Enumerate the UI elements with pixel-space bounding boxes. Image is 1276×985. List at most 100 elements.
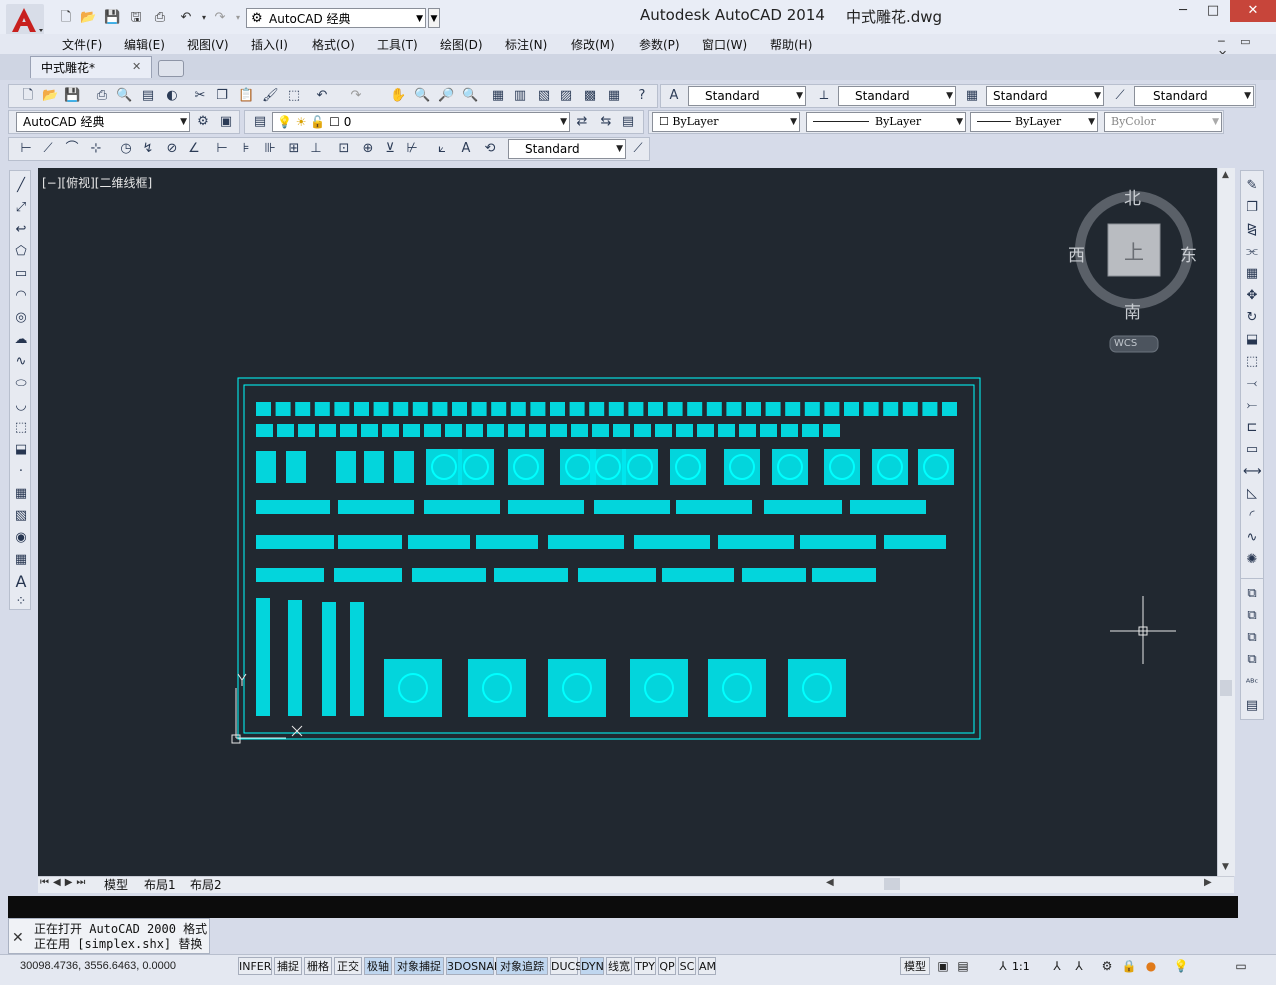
annotation-scale-icon[interactable]: ⅄: [994, 957, 1012, 975]
inspect-icon[interactable]: ⊻: [382, 141, 398, 157]
viewcube-top-face[interactable]: 上: [1124, 236, 1144, 265]
status-toggle-10[interactable]: 线宽: [606, 957, 632, 975]
status-toggle-3[interactable]: 正交: [334, 957, 362, 975]
plot-icon[interactable]: ⎙: [152, 10, 168, 26]
status-toggle-14[interactable]: AM: [698, 957, 716, 975]
compass-west[interactable]: 西: [1068, 241, 1085, 266]
block-editor-icon[interactable]: ⬚: [286, 88, 302, 104]
redo-icon[interactable]: ↷: [212, 10, 228, 26]
new-icon[interactable]: 🗋: [58, 10, 74, 26]
color-dropdown[interactable]: ☐ ByLayer ▼: [652, 112, 800, 132]
workspace-settings-icon[interactable]: ⚙: [195, 114, 211, 130]
layer-states-icon[interactable]: ▤: [620, 114, 636, 130]
menu-item-5[interactable]: 工具(T): [377, 36, 418, 53]
trim-icon[interactable]: ⤙: [1243, 375, 1261, 393]
region-icon[interactable]: ◉: [12, 529, 30, 547]
send-under-icon[interactable]: ⧉: [1243, 651, 1261, 669]
quick-view-icon[interactable]: ▤: [954, 957, 972, 975]
zoom-window-icon[interactable]: 🔎: [438, 88, 454, 104]
open-icon[interactable]: 📂: [42, 88, 58, 104]
hscroll-thumb[interactable]: [884, 878, 900, 890]
workspace-switch-dropdown[interactable]: AutoCAD 经典 ▼: [16, 112, 190, 132]
application-menu-button[interactable]: [6, 4, 44, 38]
publish-icon[interactable]: ▤: [140, 88, 156, 104]
gradient-icon[interactable]: ▧: [12, 507, 30, 525]
text-front-icon[interactable]: ᴬᴮᶜ: [1243, 675, 1261, 693]
menu-item-10[interactable]: 窗口(W): [702, 36, 747, 53]
undo-icon[interactable]: ↶: [314, 88, 330, 104]
status-toggle-6[interactable]: 3DOSNAP: [446, 957, 501, 975]
insert-block-icon[interactable]: ⬚: [12, 419, 30, 437]
bring-to-front-icon[interactable]: ⧉: [1243, 585, 1261, 603]
scroll-left-icon[interactable]: ◀: [826, 877, 834, 888]
hardware-acceleration-icon[interactable]: ●: [1142, 957, 1160, 975]
rectangle-icon[interactable]: ▭: [12, 265, 30, 283]
new-icon[interactable]: 🗋: [20, 88, 36, 104]
isolate-objects-icon[interactable]: 💡: [1172, 957, 1190, 975]
arc-length-icon[interactable]: ⌒: [64, 141, 80, 157]
status-toggle-7[interactable]: 对象追踪: [496, 957, 548, 975]
dim-edit-icon[interactable]: ⟀: [434, 141, 450, 157]
viewport-controls[interactable]: [−][俯视][二维线框]: [42, 174, 152, 191]
construction-line-icon[interactable]: ⤢: [12, 199, 30, 217]
multiline-text-icon[interactable]: A: [12, 573, 30, 591]
scroll-thumb[interactable]: [1220, 680, 1232, 696]
properties-icon[interactable]: ▦: [490, 88, 506, 104]
text-style-dropdown[interactable]: Standard ▼: [688, 86, 806, 106]
plot-preview-icon[interactable]: 🔍: [116, 88, 132, 104]
ellipse-icon[interactable]: ⬭: [12, 375, 30, 393]
center-mark-icon[interactable]: ⊕: [360, 141, 376, 157]
make-current-layer-icon[interactable]: ⇄: [574, 114, 590, 130]
status-toggle-4[interactable]: 极轴: [364, 957, 392, 975]
hatch-icon[interactable]: ▦: [12, 485, 30, 503]
quick-access-customize-button[interactable]: ▼: [428, 8, 440, 28]
erase-icon[interactable]: ✎: [1243, 177, 1261, 195]
menu-item-6[interactable]: 绘图(D): [440, 36, 483, 53]
drawing-canvas[interactable]: [38, 168, 1218, 876]
blend-icon[interactable]: ∿: [1243, 529, 1261, 547]
menu-item-8[interactable]: 修改(M): [571, 36, 615, 53]
compass-south[interactable]: 南: [1124, 298, 1141, 323]
array-icon[interactable]: ▦: [1243, 265, 1261, 283]
extend-icon[interactable]: ⤚: [1243, 397, 1261, 415]
save-as-icon[interactable]: 🖫: [128, 10, 144, 26]
lock-ui-icon[interactable]: 🔒: [1120, 957, 1138, 975]
maximize-button[interactable]: □: [1196, 0, 1230, 22]
move-icon[interactable]: ✥: [1243, 287, 1261, 305]
new-tab-button[interactable]: [158, 60, 184, 77]
dim-style-dropdown[interactable]: Standard ▼: [838, 86, 956, 106]
vertical-scrollbar[interactable]: ▲ ▼: [1217, 168, 1235, 876]
arc-icon[interactable]: ◠: [12, 287, 30, 305]
save-icon[interactable]: 💾: [104, 10, 120, 26]
lineweight-dropdown[interactable]: ByLayer ▼: [970, 112, 1098, 132]
scroll-right-icon[interactable]: ▶: [1204, 877, 1212, 888]
layer-previous-icon[interactable]: ⇆: [598, 114, 614, 130]
make-block-icon[interactable]: ⬓: [12, 441, 30, 459]
menu-item-7[interactable]: 标注(N): [505, 36, 547, 53]
status-toggle-12[interactable]: QP: [658, 957, 676, 975]
status-toggle-5[interactable]: 对象捕捉: [394, 957, 444, 975]
tab-model[interactable]: 模型: [104, 876, 128, 893]
layer-dropdown[interactable]: 💡 ☀ 🔓 ☐ 0 ▼: [272, 112, 570, 132]
file-tab-close-icon[interactable]: ✕: [132, 60, 141, 73]
radius-dim-icon[interactable]: ◷: [118, 141, 134, 157]
dim-space-icon[interactable]: ⊞: [286, 141, 302, 157]
linear-dim-icon[interactable]: ⊢: [18, 141, 34, 157]
circle-icon[interactable]: ◎: [12, 309, 30, 327]
cut-icon[interactable]: ✂: [192, 88, 208, 104]
jogged-linear-icon[interactable]: ⊬: [404, 141, 420, 157]
text-style-icon[interactable]: A: [666, 88, 682, 104]
ellipse-arc-icon[interactable]: ◡: [12, 397, 30, 415]
status-toggle-8[interactable]: DUCS: [550, 957, 582, 975]
table-icon[interactable]: ▦: [12, 551, 30, 569]
tool-palettes-icon[interactable]: ▧: [536, 88, 552, 104]
dim-break-icon[interactable]: ⊥: [308, 141, 324, 157]
3d-print-icon[interactable]: ◐: [164, 88, 180, 104]
markup-icon[interactable]: ▩: [582, 88, 598, 104]
ordinate-dim-icon[interactable]: ⊹: [88, 141, 104, 157]
tab-layout1[interactable]: 布局1: [144, 876, 176, 893]
status-toggle-2[interactable]: 栅格: [304, 957, 332, 975]
explode-icon[interactable]: ✺: [1243, 551, 1261, 569]
dim-update-icon[interactable]: ⟲: [482, 141, 498, 157]
help-icon[interactable]: ?: [634, 88, 650, 104]
